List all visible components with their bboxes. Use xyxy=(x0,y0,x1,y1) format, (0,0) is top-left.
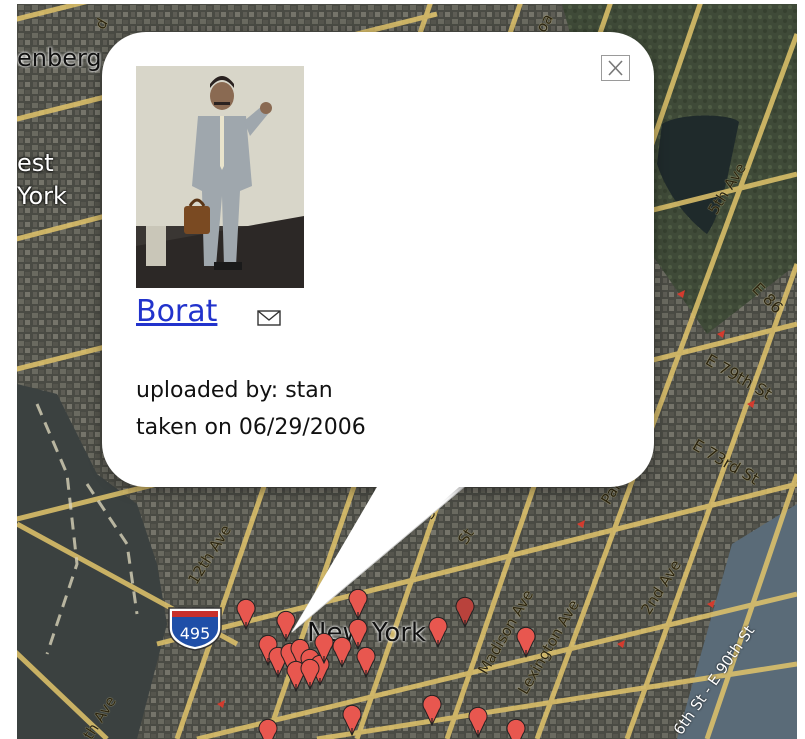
place-label-york: York xyxy=(17,182,67,210)
place-label-est: est xyxy=(17,149,54,177)
photo-info-popup: Borat uploaded by: stan taken on 06/29/2… xyxy=(102,32,654,633)
photo-thumbnail[interactable] xyxy=(136,66,304,288)
map-frame: enberg est York New York 5th Ave E 86 E … xyxy=(0,0,805,739)
borat-photo-image xyxy=(136,66,304,288)
close-icon xyxy=(608,60,623,76)
satellite-map[interactable]: enberg est York New York 5th Ave E 86 E … xyxy=(17,4,797,739)
map-marker-icon[interactable] xyxy=(341,702,363,736)
map-marker-icon[interactable] xyxy=(257,716,279,739)
close-button[interactable] xyxy=(601,55,630,81)
uploaded-by-text: uploaded by: stan xyxy=(136,378,333,403)
place-label-enberg: enberg xyxy=(17,44,102,72)
taken-on-text: taken on 06/29/2006 xyxy=(136,415,366,440)
photo-title-link[interactable]: Borat xyxy=(136,294,217,329)
map-marker-icon[interactable] xyxy=(421,692,443,726)
map-marker-icon[interactable] xyxy=(505,716,527,739)
envelope-icon[interactable] xyxy=(256,308,282,328)
map-marker-icon[interactable] xyxy=(467,704,489,738)
